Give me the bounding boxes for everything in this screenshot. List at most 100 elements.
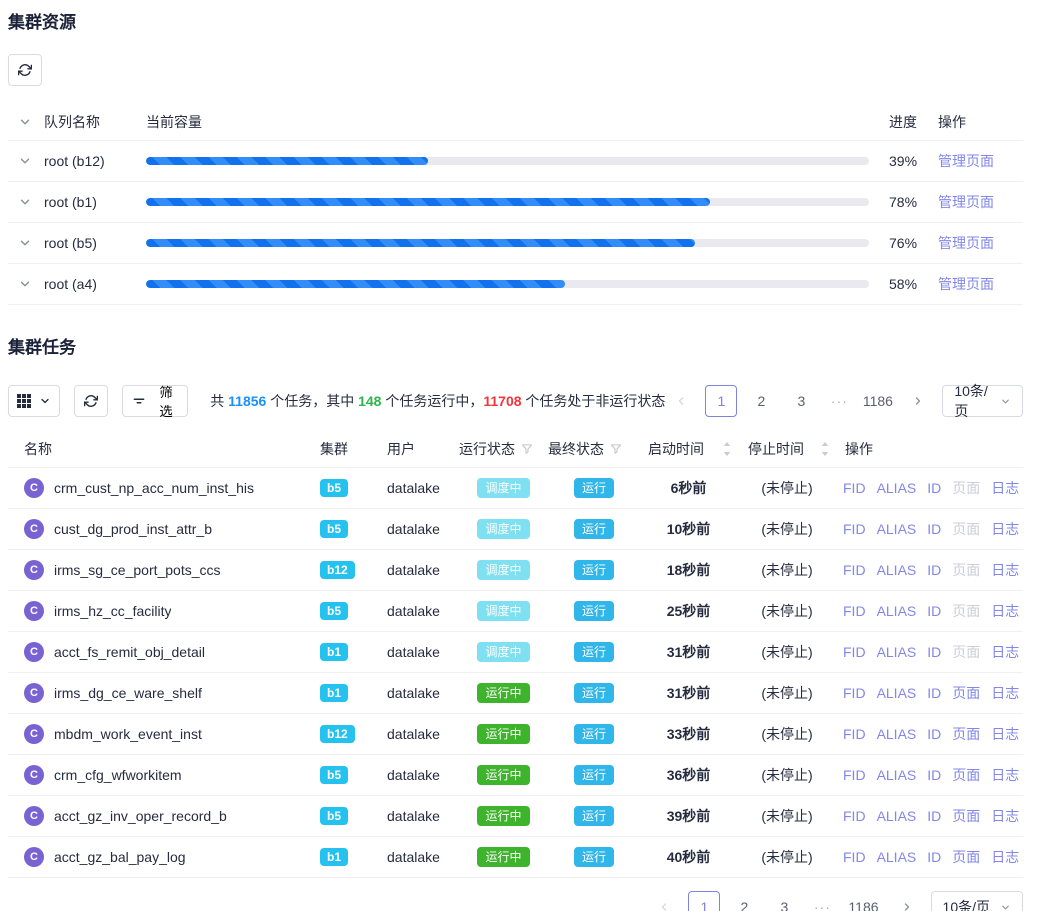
id-link[interactable]: ID xyxy=(927,521,941,537)
tasks-table-header: 名称 集群 用户 运行状态 最终状态 启动时间 xyxy=(8,430,1023,468)
id-link[interactable]: ID xyxy=(927,644,941,660)
page-link[interactable]: 页面 xyxy=(952,478,980,498)
filter-funnel-icon[interactable] xyxy=(610,443,622,455)
fid-link[interactable]: FID xyxy=(843,562,866,578)
filter-funnel-icon[interactable] xyxy=(521,443,533,455)
column-settings-button[interactable] xyxy=(8,385,60,417)
page-ellipsis[interactable]: ··· xyxy=(808,899,836,911)
manage-page-link[interactable]: 管理页面 xyxy=(938,276,994,292)
page-button-last[interactable]: 1186 xyxy=(861,385,894,417)
tasks-refresh-button[interactable] xyxy=(74,385,107,417)
alias-link[interactable]: ALIAS xyxy=(877,521,917,537)
page-button-2[interactable]: 2 xyxy=(745,385,777,417)
log-link[interactable]: 日志 xyxy=(991,601,1019,621)
page-link[interactable]: 页面 xyxy=(952,601,980,621)
page-button-1[interactable]: 1 xyxy=(688,891,720,911)
run-status-badge: 运行中 xyxy=(477,847,529,867)
total-task-count: 11856 xyxy=(228,393,266,409)
log-link[interactable]: 日志 xyxy=(991,806,1019,826)
id-link[interactable]: ID xyxy=(927,726,941,742)
fid-link[interactable]: FID xyxy=(843,849,866,865)
log-link[interactable]: 日志 xyxy=(991,560,1019,580)
resources-table: 队列名称 当前容量 进度 操作 root (b12) 39% 管理页面 xyxy=(8,103,1023,305)
alias-link[interactable]: ALIAS xyxy=(877,726,917,742)
page-link[interactable]: 页面 xyxy=(952,724,980,744)
chevron-down-icon[interactable] xyxy=(18,154,32,168)
page-size-select[interactable]: 10条/页 xyxy=(942,385,1023,417)
sorter-icon[interactable] xyxy=(723,442,731,456)
page-button-3[interactable]: 3 xyxy=(768,891,800,911)
log-link[interactable]: 日志 xyxy=(991,642,1019,662)
page-button-last[interactable]: 1186 xyxy=(844,891,882,911)
chevron-left-icon xyxy=(658,901,670,911)
id-link[interactable]: ID xyxy=(927,603,941,619)
chevron-down-icon[interactable] xyxy=(18,195,32,209)
id-link[interactable]: ID xyxy=(927,480,941,496)
page-link[interactable]: 页面 xyxy=(952,683,980,703)
prev-page-button[interactable] xyxy=(648,891,680,911)
actions-header: 操作 xyxy=(923,112,1023,132)
manage-page-link[interactable]: 管理页面 xyxy=(938,194,994,210)
fid-link[interactable]: FID xyxy=(843,644,866,660)
id-link[interactable]: ID xyxy=(927,767,941,783)
prev-page-button[interactable] xyxy=(665,385,697,417)
fid-link[interactable]: FID xyxy=(843,480,866,496)
fid-link[interactable]: FID xyxy=(843,808,866,824)
alias-link[interactable]: ALIAS xyxy=(877,767,917,783)
sorter-icon[interactable] xyxy=(821,442,829,456)
manage-page-link[interactable]: 管理页面 xyxy=(938,235,994,251)
alias-link[interactable]: ALIAS xyxy=(877,685,917,701)
id-link[interactable]: ID xyxy=(927,562,941,578)
cluster-dashboard: 集群资源 队列名称 当前 xyxy=(0,0,1037,911)
fid-link[interactable]: FID xyxy=(843,521,866,537)
page-ellipsis[interactable]: ··· xyxy=(825,393,853,409)
log-link[interactable]: 日志 xyxy=(991,847,1019,867)
page-button-3[interactable]: 3 xyxy=(785,385,817,417)
alias-link[interactable]: ALIAS xyxy=(877,808,917,824)
next-page-button[interactable] xyxy=(891,891,923,911)
filter-button[interactable]: 筛选 xyxy=(122,385,188,417)
next-page-button[interactable] xyxy=(902,385,934,417)
log-link[interactable]: 日志 xyxy=(991,724,1019,744)
page-button-2[interactable]: 2 xyxy=(728,891,760,911)
log-link[interactable]: 日志 xyxy=(991,765,1019,785)
manage-page-link[interactable]: 管理页面 xyxy=(938,153,994,169)
alias-link[interactable]: ALIAS xyxy=(877,562,917,578)
page-size-select[interactable]: 10条/页 xyxy=(931,891,1023,911)
start-time: 25秒前 xyxy=(640,601,737,621)
page-link[interactable]: 页面 xyxy=(952,642,980,662)
log-link[interactable]: 日志 xyxy=(991,519,1019,539)
queue-row: root (b1) 78% 管理页面 xyxy=(8,182,1023,223)
fid-link[interactable]: FID xyxy=(843,767,866,783)
chevron-down-icon[interactable] xyxy=(18,277,32,291)
page-link[interactable]: 页面 xyxy=(952,847,980,867)
task-name: mbdm_work_event_inst xyxy=(54,726,202,742)
task-avatar: C xyxy=(24,683,44,703)
run-status-badge: 运行中 xyxy=(477,683,529,703)
fid-link[interactable]: FID xyxy=(843,685,866,701)
id-link[interactable]: ID xyxy=(927,849,941,865)
page-link[interactable]: 页面 xyxy=(952,560,980,580)
resources-table-body: root (b12) 39% 管理页面 root (b1) 78% 管理页面 xyxy=(8,141,1023,305)
task-avatar: C xyxy=(24,560,44,580)
run-status-badge: 调度中 xyxy=(477,642,529,662)
chevron-down-icon[interactable] xyxy=(18,115,32,129)
fid-link[interactable]: FID xyxy=(843,726,866,742)
resources-refresh-button[interactable] xyxy=(8,54,42,86)
page-link[interactable]: 页面 xyxy=(952,519,980,539)
start-time: 40秒前 xyxy=(640,847,737,867)
alias-link[interactable]: ALIAS xyxy=(877,644,917,660)
chevron-down-icon[interactable] xyxy=(18,236,32,250)
log-link[interactable]: 日志 xyxy=(991,478,1019,498)
alias-link[interactable]: ALIAS xyxy=(877,480,917,496)
log-link[interactable]: 日志 xyxy=(991,683,1019,703)
page-link[interactable]: 页面 xyxy=(952,806,980,826)
alias-link[interactable]: ALIAS xyxy=(877,849,917,865)
user-header: 用户 xyxy=(387,439,459,459)
alias-link[interactable]: ALIAS xyxy=(877,603,917,619)
page-link[interactable]: 页面 xyxy=(952,765,980,785)
id-link[interactable]: ID xyxy=(927,808,941,824)
page-button-1[interactable]: 1 xyxy=(705,385,737,417)
id-link[interactable]: ID xyxy=(927,685,941,701)
fid-link[interactable]: FID xyxy=(843,603,866,619)
